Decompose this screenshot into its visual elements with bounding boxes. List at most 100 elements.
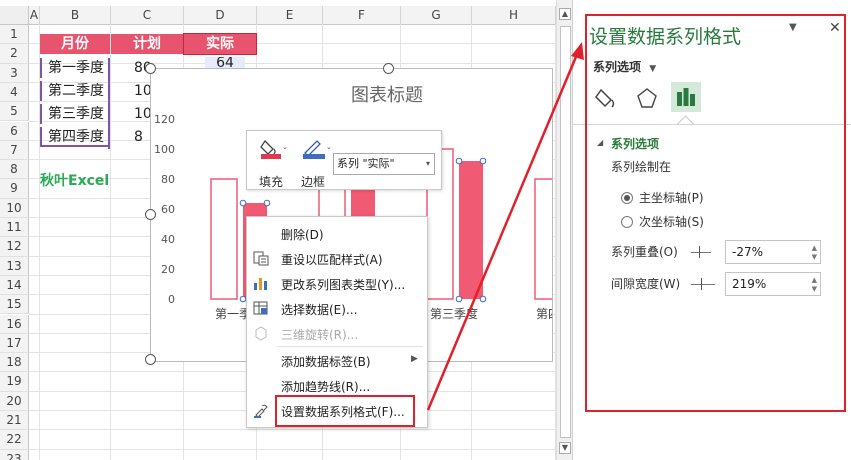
menu-item-3d-rotation: 三维旋转(R)... <box>281 328 359 342</box>
selection-handle[interactable] <box>263 199 271 207</box>
row-header-10[interactable]: 10 <box>0 198 29 218</box>
row-header-23[interactable]: 23 <box>0 449 29 460</box>
chart-resize-handle-top[interactable] <box>383 63 394 74</box>
fill-bucket-icon: ⌄ <box>260 139 288 159</box>
x-category-label: 第三季度 <box>430 306 478 321</box>
format-series-icon <box>254 404 268 418</box>
gridline <box>110 24 111 460</box>
row-header-19[interactable]: 19 <box>0 372 29 392</box>
row-header-12[interactable]: 12 <box>0 237 29 257</box>
y-tick-label: 20 <box>161 263 175 276</box>
cell-q2[interactable]: 第二季度 <box>40 81 110 101</box>
series-selector[interactable]: 系列 "实际" ▾ <box>333 153 435 175</box>
submenu-arrow-icon: ▶ <box>411 354 418 364</box>
cell-q4[interactable]: 第四季度 <box>40 127 110 147</box>
chart-type-icon <box>254 278 267 290</box>
y-tick-label: 100 <box>154 143 175 156</box>
select-all-corner[interactable] <box>0 6 29 25</box>
menu-item-reset-style[interactable]: 重设以匹配样式(A) <box>281 251 383 268</box>
row-header-11[interactable]: 11 <box>0 218 29 238</box>
header-plan[interactable]: 计划 <box>111 34 183 54</box>
rotate-3d-icon <box>255 326 267 341</box>
bar-plan[interactable] <box>210 178 238 300</box>
y-tick-label: 60 <box>161 203 175 216</box>
svg-text:⌄: ⌄ <box>326 143 331 151</box>
selection-handle[interactable] <box>239 199 247 207</box>
column-header-f[interactable]: F <box>323 6 401 25</box>
row-header-8[interactable]: 8 <box>0 160 29 180</box>
column-header-c[interactable]: C <box>111 6 184 25</box>
scroll-thumb[interactable] <box>560 26 571 438</box>
bar-plan[interactable] <box>534 178 552 300</box>
cell-q1[interactable]: 第一季度 <box>40 58 110 78</box>
highlight-format-pane <box>585 14 846 412</box>
fill-button[interactable]: ⌄ 填充 <box>259 137 288 189</box>
selection-handle[interactable] <box>239 295 247 303</box>
y-tick-label: 80 <box>161 173 175 186</box>
row-header-6[interactable]: 6 <box>0 121 29 141</box>
bar-actual[interactable] <box>459 161 483 299</box>
selection-handle[interactable] <box>455 295 463 303</box>
row-header-15[interactable]: 15 <box>0 295 29 315</box>
select-data-icon <box>253 301 268 315</box>
row-header-17[interactable]: 17 <box>0 333 29 354</box>
row-header-2[interactable]: 2 <box>0 44 29 64</box>
border-button[interactable]: ⌄ 边框 <box>301 137 332 189</box>
scroll-down-icon[interactable]: ▼ <box>559 442 571 454</box>
chart-resize-handle-bl[interactable] <box>145 354 156 365</box>
selection-handle[interactable] <box>479 295 487 303</box>
y-tick-label: 0 <box>168 293 175 306</box>
menu-item-add-data-labels[interactable]: 添加数据标签(B) <box>281 353 371 370</box>
chart-resize-handle-tl[interactable] <box>145 63 156 74</box>
menu-item-select-data[interactable]: 选择数据(E)... <box>281 301 357 318</box>
x-category-label: 第四 <box>536 307 552 321</box>
y-tick-label: 40 <box>161 233 175 246</box>
header-month[interactable]: 月份 <box>40 34 110 54</box>
y-tick-label: 120 <box>154 113 175 126</box>
row-header-16[interactable]: 16 <box>0 314 29 334</box>
highlight-format-series <box>275 395 415 427</box>
row-header-14[interactable]: 14 <box>0 275 29 296</box>
row-header-3[interactable]: 3 <box>0 63 29 83</box>
border-pen-icon: ⌄ <box>303 140 332 159</box>
row-header-1[interactable]: 1 <box>0 25 29 45</box>
border-label: 边框 <box>301 175 326 189</box>
menu-item-add-trendline[interactable]: 添加趋势线(R)... <box>281 378 370 395</box>
row-header-5[interactable]: 5 <box>0 102 29 122</box>
scroll-up-icon[interactable]: ▲ <box>559 8 571 20</box>
column-header-e[interactable]: E <box>257 6 323 25</box>
row-header-22[interactable]: 22 <box>0 430 29 450</box>
row-header-4[interactable]: 4 <box>0 82 29 103</box>
cell-q3[interactable]: 第三季度 <box>40 104 110 124</box>
row-header-13[interactable]: 13 <box>0 256 29 276</box>
menu-separator <box>277 346 423 347</box>
row-header-9[interactable]: 9 <box>0 179 29 199</box>
fill-label: 填充 <box>259 175 284 189</box>
row-header-18[interactable]: 18 <box>0 353 29 373</box>
menu-item-change-chart-type[interactable]: 更改系列图表类型(Y)... <box>281 276 405 293</box>
series-selector-value: 系列 "实际" <box>337 157 395 170</box>
svg-text:⌄: ⌄ <box>282 143 287 151</box>
column-header-b[interactable]: B <box>40 6 111 25</box>
mini-toolbar: ⌄ 填充 ⌄ 边框 系列 "实际" ▾ <box>246 130 442 190</box>
row-header-7[interactable]: 7 <box>0 140 29 161</box>
column-header-a[interactable]: A <box>29 6 40 25</box>
column-header-d[interactable]: D <box>184 6 257 25</box>
chevron-down-icon: ▾ <box>425 159 430 168</box>
gridline <box>29 448 556 450</box>
spreadsheet-area[interactable]: ABCDEFGH 1 2 3 4 5 6 7 8 9 10 11 12 13 14 15 16 17 18 19 20… <box>0 0 556 460</box>
row-header-21[interactable]: 21 <box>0 411 29 431</box>
reset-style-icon <box>253 251 269 266</box>
range-border <box>108 58 110 149</box>
row-header-20[interactable]: 20 <box>0 391 29 411</box>
column-header-h[interactable]: H <box>472 6 556 25</box>
chart-resize-handle-left[interactable] <box>145 209 156 220</box>
header-actual[interactable]: 实际 <box>183 33 257 55</box>
selection-handle[interactable] <box>455 157 463 165</box>
column-header-g[interactable]: G <box>401 6 472 25</box>
vertical-scrollbar[interactable]: ▲ ▼ <box>556 0 573 460</box>
menu-item-delete[interactable]: 删除(D) <box>281 226 324 243</box>
brand-label: 秋叶Excel <box>40 173 110 189</box>
selection-handle[interactable] <box>479 157 487 165</box>
gridline <box>29 429 556 431</box>
